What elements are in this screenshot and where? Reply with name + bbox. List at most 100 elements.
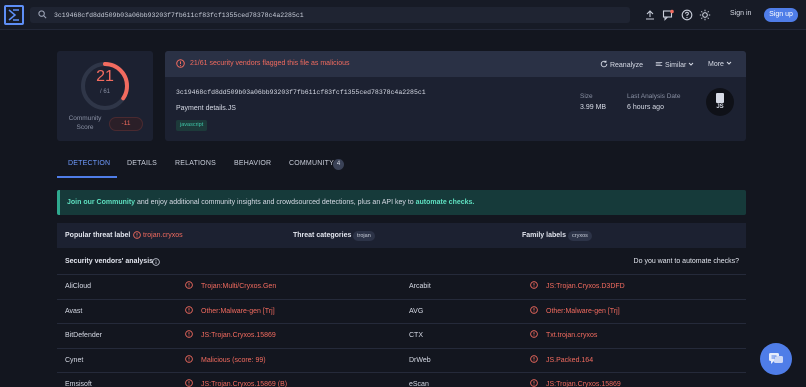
popular-threat-label: Popular threat label [65,232,131,239]
alert-icon [530,281,538,291]
join-community-link[interactable]: Join our Community [67,199,135,206]
alert-icon [530,379,538,387]
vendor-result: JS.Packed.164 [546,356,594,364]
vendor-name: Emsisoft [65,381,92,387]
tab-details[interactable]: DETAILS [127,160,157,167]
more-dropdown[interactable]: More [708,60,732,68]
alert-icon [176,59,185,68]
vendor-result: Other:Malware-gen [Trj] [546,307,620,315]
community-score-badge[interactable]: -11 [109,117,143,131]
last-analysis-label: Last Analysis Date [627,93,681,100]
detection-count: 21 [96,68,114,85]
top-bar: Sign in Sign up [0,0,806,30]
similar-dropdown[interactable]: Similar [655,60,694,69]
file-name: Payment details.JS [176,105,236,112]
vendor-name: eScan [409,381,429,387]
vendor-name: AVG [409,307,424,315]
virustotal-logo-icon[interactable] [4,5,24,25]
alert-icon [133,231,141,239]
tab-community[interactable]: COMMUNITY [289,160,334,167]
vendors-header: Security vendors' analysis Do you want t… [57,251,746,273]
theme-icon[interactable] [699,9,711,21]
tab-detection[interactable]: DETECTION [68,160,110,167]
file-summary-card: 21/61 security vendors flagged this file… [165,51,746,141]
family-labels-label: Family labels [522,232,566,239]
malicious-alert-bar: 21/61 security vendors flagged this file… [165,51,746,77]
vendor-row: Avast Other:Malware-gen [Trj] AVG Other:Mal… [57,298,746,323]
sign-up-button[interactable]: Sign up [764,8,798,22]
file-type-badge: JS [706,88,734,116]
alert-icon [185,354,193,365]
vendor-result: JS:Trojan.Cryxos.15869 [546,381,621,387]
tab-behavior[interactable]: BEHAVIOR [234,160,271,167]
community-score-label: Community Score [68,115,102,131]
community-banner: Join our Community and enjoy additional … [57,190,746,215]
sign-in-link[interactable]: Sign in [730,10,751,17]
alert-icon [185,305,193,316]
detection-total: / 61 [99,89,110,95]
family-label-chip[interactable]: cryxos [568,231,592,241]
alert-icon [185,379,193,387]
vendor-result: JS:Trojan.Cryxos.15869 [201,332,276,339]
help-icon[interactable] [681,9,693,21]
chat-icon [769,353,783,364]
info-icon[interactable] [152,258,160,266]
popular-threat-value[interactable]: trojan.cryxos [143,232,183,239]
alert-icon [530,354,538,365]
automate-checks-link[interactable]: automate checks. [416,199,475,206]
vendor-name: Arcabit [409,283,431,290]
size-label: Size [580,93,593,100]
vendor-result: Malicious (score: 99) [201,356,266,364]
community-count-badge: 4 [333,159,344,170]
chat-button[interactable] [760,343,792,375]
detection-score-card: 21 / 61 Community Score -11 [57,51,153,141]
chevron-down-icon [688,62,694,66]
search-input[interactable] [54,9,614,21]
vendor-name: AliCloud [65,283,92,290]
alert-text: 21/61 security vendors flagged this file… [190,60,350,67]
vendor-name: Cynet [65,356,84,364]
upload-icon[interactable] [644,9,656,21]
banner-text: Join our Community and enjoy additional … [67,199,474,206]
active-tab-indicator [57,176,117,178]
vendor-row: Emsisoft JS:Trojan.Cryxos.15869 (B) eScan J… [57,372,746,387]
file-tag[interactable]: javascript [176,120,208,131]
file-hash: 3c19468cfd8dd509b03a06bb93203f7fb611cf83… [176,89,426,96]
vendor-row: BitDefender JS:Trojan.Cryxos.15869 CTX Txt.… [57,323,746,347]
threat-categories-label: Threat categories [293,232,352,239]
notifications-icon[interactable] [662,9,674,21]
similar-label: Similar [664,62,687,69]
vendor-row: AliCloud Trojan:Multi/Cryxos.Gen Arcabit JS… [57,274,746,298]
tab-relations[interactable]: RELATIONS [175,160,216,167]
vendor-name: Avast [65,307,83,315]
last-analysis-value: 6 hours ago [627,104,664,111]
alert-icon [530,305,538,316]
alert-icon [530,330,538,340]
vendor-result: JS:Trojan.Cryxos.15869 (B) [201,381,288,387]
vendor-row: Cynet Malicious (score: 99) DrWeb JS.Packed… [57,347,746,372]
document-icon [716,93,724,103]
reanalyze-button[interactable]: Reanalyze [600,60,643,69]
search-bar[interactable] [30,7,630,23]
vendor-result: Other:Malware-gen [Trj] [201,307,275,315]
vendor-name: BitDefender [65,332,102,339]
vendor-result: Trojan:Multi/Cryxos.Gen [201,283,277,290]
analysis-tabs: DETECTION DETAILS RELATIONS BEHAVIOR COM… [57,154,746,178]
vendor-result: JS:Trojan.Cryxos.D3DFD [546,283,625,290]
more-label: More [708,61,724,68]
alert-icon [185,281,193,291]
chevron-down-icon [726,61,732,65]
file-type-label: JS [716,104,724,110]
vendor-result: Txt.trojan.cryxos [546,332,598,339]
similar-icon [655,62,663,66]
threat-summary-row: Popular threat label trojan.cryxos Threa… [57,223,746,248]
banner-message: and enjoy additional community insights … [135,199,416,206]
vendor-name: DrWeb [409,356,431,364]
alert-icon [185,330,193,340]
size-value: 3.99 MB [580,104,607,111]
automate-checks-prompt[interactable]: Do you want to automate checks? [634,258,739,265]
search-icon [38,10,47,19]
threat-category-chip[interactable]: trojan [353,231,375,241]
vendor-name: CTX [409,332,423,339]
refresh-icon [600,60,608,68]
